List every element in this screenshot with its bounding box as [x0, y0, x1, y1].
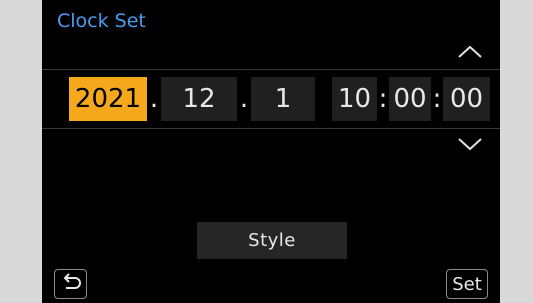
page-title: Clock Set — [57, 10, 146, 32]
set-button[interactable]: Set — [446, 269, 488, 299]
year-field[interactable]: 2021 — [69, 77, 147, 121]
divider-bottom — [42, 128, 500, 129]
date-separator: . — [149, 84, 159, 114]
return-arrow-icon — [60, 273, 82, 295]
date-separator: . — [239, 84, 249, 114]
minute-field[interactable]: 00 — [389, 77, 431, 121]
clock-set-screen: Clock Set 2021 . 12 . 1 10 : 00 : 00 Sty… — [42, 0, 500, 303]
time-separator: : — [378, 84, 388, 114]
chevron-up-icon[interactable] — [455, 42, 485, 62]
time-separator: : — [432, 84, 442, 114]
hour-field[interactable]: 10 — [332, 77, 377, 121]
style-button[interactable]: Style — [197, 222, 347, 259]
divider-top — [42, 69, 500, 70]
back-button[interactable] — [54, 269, 87, 299]
chevron-down-icon[interactable] — [455, 134, 485, 154]
second-field[interactable]: 00 — [443, 77, 490, 121]
month-field[interactable]: 12 — [161, 77, 237, 121]
day-field[interactable]: 1 — [251, 77, 315, 121]
